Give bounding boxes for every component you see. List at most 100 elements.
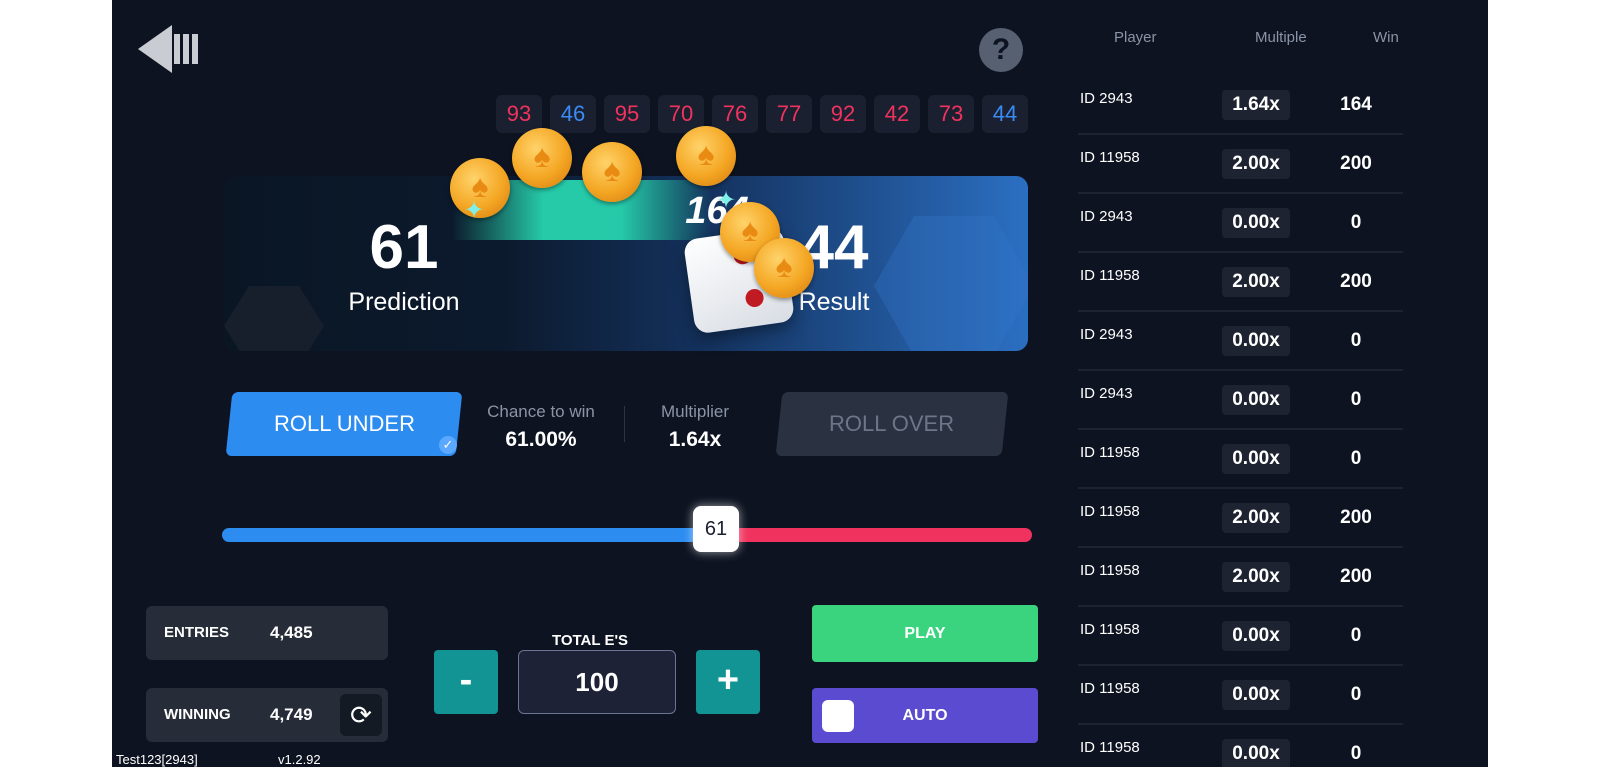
entries-value: 4,485 — [270, 623, 313, 642]
player-id: ID 2943 — [1080, 208, 1133, 225]
win-value: 200 — [1340, 566, 1372, 587]
multiple-value: 0.00x — [1222, 739, 1290, 767]
game-screen: ? 93 46 95 70 76 77 92 42 73 44 61 Prediction 44 … — [112, 0, 1488, 767]
help-button[interactable]: ? — [979, 28, 1023, 72]
multiple-value: 0.00x — [1222, 680, 1290, 710]
win-header: Win — [1373, 29, 1399, 46]
table-row: ID 11958 0.00x 0 — [1078, 430, 1403, 489]
table-row: ID 2943 0.00x 0 — [1078, 194, 1403, 253]
roll-under-label: ROLL UNDER — [273, 411, 415, 436]
version-label: v1.2.92 — [278, 752, 321, 767]
win-value: 0 — [1350, 743, 1362, 764]
bets-table: Player Multiple Win ID 2943 1.64x 164 ID 11… — [1078, 0, 1403, 767]
history-chip: 95 — [604, 95, 650, 133]
chance-value: 61.00% — [505, 428, 577, 451]
win-value: 0 — [1350, 448, 1362, 469]
multiplier-value: 1.64x — [668, 428, 722, 451]
check-icon: ✓ — [439, 436, 457, 454]
multiple-value: 0.00x — [1222, 208, 1290, 238]
table-row: ID 11958 0.00x 0 — [1078, 666, 1403, 725]
auto-label: AUTO — [902, 707, 948, 724]
player-id: ID 2943 — [1080, 385, 1133, 402]
spade-coin-icon — [754, 238, 814, 298]
bet-amount-input[interactable] — [518, 650, 676, 714]
bets-table-header: Player Multiple Win — [1078, 0, 1403, 76]
multiple-value: 0.00x — [1222, 444, 1290, 474]
win-value: 0 — [1350, 389, 1362, 410]
mode-selector: ROLL UNDER ✓ Chance to win 61.00% Multip… — [225, 392, 1029, 456]
auto-toggle[interactable] — [822, 700, 854, 732]
multiple-value: 2.00x — [1222, 149, 1290, 179]
history-chip: 93 — [496, 95, 542, 133]
win-value: 200 — [1340, 271, 1372, 292]
winning-box: WINNING 4,749 ⟳ — [146, 688, 388, 742]
sparkle-icon: ✦ — [716, 187, 737, 214]
multiplier: Multiplier 1.64x — [625, 402, 765, 452]
total-label: TOTAL E'S — [551, 632, 629, 649]
win-value: 200 — [1340, 153, 1372, 174]
player-id: ID 11958 — [1080, 267, 1140, 284]
history-chip: 73 — [928, 95, 974, 133]
multiple-value: 2.00x — [1222, 503, 1290, 533]
winning-label: WINNING — [164, 706, 231, 723]
slider-over-track — [716, 528, 1032, 542]
user-label: Test123[2943] — [116, 752, 198, 767]
play-button[interactable]: PLAY — [812, 605, 1038, 662]
chance-label: Chance to win — [487, 402, 595, 421]
table-row: ID 11958 0.00x 0 — [1078, 607, 1403, 666]
entries-label: ENTRIES — [164, 624, 230, 641]
player-id: ID 11958 — [1080, 149, 1140, 166]
roll-under-button[interactable]: ROLL UNDER — [225, 392, 463, 456]
result-history: 93 46 95 70 76 77 92 42 73 44 — [496, 95, 1028, 133]
auto-button[interactable]: AUTO — [812, 688, 1038, 743]
prediction-slider[interactable]: 61 — [222, 506, 1032, 552]
player-id: ID 2943 — [1080, 90, 1133, 107]
multiple-value: 0.00x — [1222, 326, 1290, 356]
entries-box: ENTRIES 4,485 — [146, 606, 388, 660]
history-chip: 76 — [712, 95, 758, 133]
decrease-bet-button[interactable]: - — [434, 650, 498, 714]
roll-over-label: ROLL OVER — [829, 411, 955, 436]
win-value: 200 — [1340, 507, 1372, 528]
multiple-header: Multiple — [1255, 29, 1307, 46]
roll-over-button[interactable]: ROLL OVER — [775, 392, 1009, 456]
multiple-value: 0.00x — [1222, 621, 1290, 651]
multiplier-label: Multiplier — [660, 402, 730, 421]
increase-bet-button[interactable]: + — [696, 650, 760, 714]
history-chip: 77 — [766, 95, 812, 133]
multiple-value: 2.00x — [1222, 562, 1290, 592]
player-id: ID 11958 — [1080, 680, 1140, 697]
multiple-value: 2.00x — [1222, 267, 1290, 297]
refresh-icon: ⟳ — [350, 700, 372, 730]
table-row: ID 11958 2.00x 200 — [1078, 253, 1403, 312]
refresh-button[interactable]: ⟳ — [340, 694, 382, 736]
slider-under-track — [222, 528, 716, 542]
player-id: ID 11958 — [1080, 621, 1140, 638]
question-icon: ? — [991, 33, 1011, 66]
back-arrow-icon — [138, 25, 198, 73]
player-id: ID 11958 — [1080, 562, 1140, 579]
win-value: 0 — [1350, 684, 1362, 705]
spade-coin-icon — [512, 128, 572, 188]
win-value: 164 — [1340, 94, 1372, 115]
player-header: Player — [1114, 29, 1157, 46]
history-chip: 42 — [874, 95, 920, 133]
table-row: ID 11958 0.00x 0 — [1078, 725, 1403, 767]
history-chip: 92 — [820, 95, 866, 133]
prediction-label: Prediction — [348, 288, 460, 316]
chance-to-win: Chance to win 61.00% — [471, 402, 611, 452]
history-chip: 44 — [982, 95, 1028, 133]
multiple-value: 1.64x — [1222, 90, 1290, 120]
table-row: ID 2943 0.00x 0 — [1078, 312, 1403, 371]
player-id: ID 2943 — [1080, 326, 1133, 343]
slider-thumb[interactable]: 61 — [693, 506, 739, 552]
win-value: 0 — [1350, 330, 1362, 351]
win-value: 0 — [1350, 212, 1362, 233]
table-row: ID 11958 2.00x 200 — [1078, 548, 1403, 607]
table-row: ID 2943 0.00x 0 — [1078, 371, 1403, 430]
table-row: ID 11958 2.00x 200 — [1078, 135, 1403, 194]
play-label: PLAY — [904, 625, 946, 642]
bets-table-body: ID 2943 1.64x 164 ID 11958 2.00x 200 ID 2943 0.… — [1078, 76, 1403, 767]
sparkle-icon: ✦ — [464, 197, 485, 224]
back-button[interactable] — [136, 22, 200, 76]
